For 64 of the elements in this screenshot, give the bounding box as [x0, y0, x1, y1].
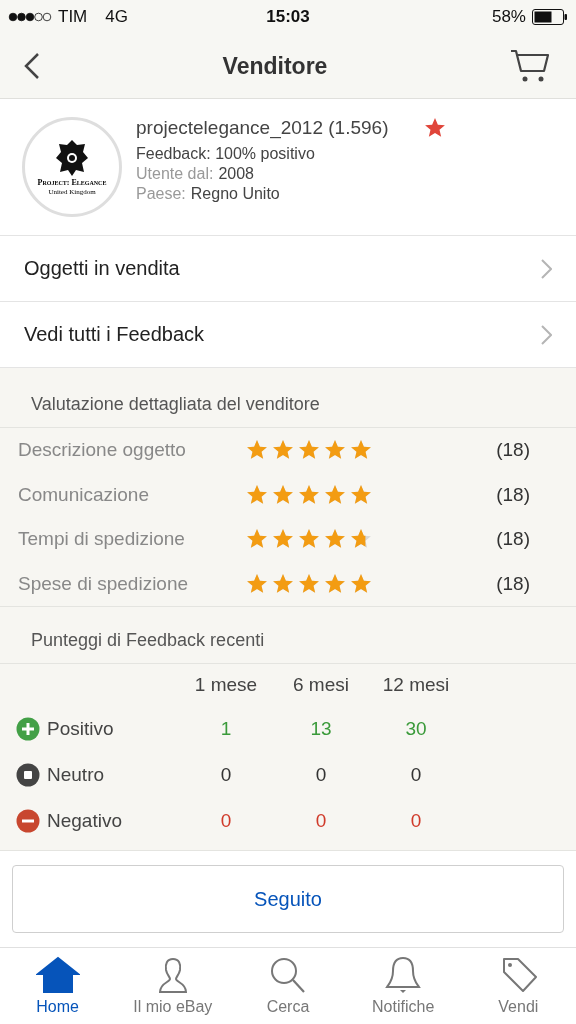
- star-icon: [298, 483, 320, 506]
- star-icon: [272, 483, 294, 506]
- list-item[interactable]: Oggetti in vendita: [0, 236, 576, 302]
- chevron-icon: [541, 324, 552, 345]
- rating-count: (18): [496, 528, 530, 551]
- follow-button[interactable]: Seguito: [12, 865, 564, 933]
- feedback-type: Positivo: [47, 718, 114, 740]
- feedback-count: 0: [219, 764, 233, 786]
- tab[interactable]: Cerca: [232, 956, 343, 1016]
- seller-name: projectelegance_2012 (1.596): [136, 117, 389, 139]
- star-icon: [324, 483, 346, 506]
- member-since-label: Utente dal:: [136, 165, 214, 183]
- tab[interactable]: Il mio eBay: [117, 956, 228, 1016]
- network-type: 4G: [105, 7, 128, 27]
- feedback-count: 0: [409, 810, 423, 832]
- back-icon[interactable]: [24, 52, 40, 80]
- crest-icon: [55, 138, 89, 177]
- rating-label: Spese di spedizione: [18, 572, 190, 595]
- rating-count: (18): [496, 483, 530, 506]
- rating-label: Descrizione oggetto: [18, 439, 187, 462]
- column-header: 6 mesi: [292, 674, 350, 696]
- feedback-count: 0: [409, 764, 423, 786]
- star-icon: [246, 572, 268, 595]
- minus-icon: [16, 809, 40, 833]
- rating-label: Tempi di spedizione: [18, 528, 186, 551]
- feedback-percent: Feedback: 100% positivo: [136, 145, 316, 163]
- star-icon: [272, 572, 294, 595]
- signal-icon: [8, 12, 52, 22]
- chevron-icon: [541, 258, 552, 279]
- carrier: TIM: [58, 7, 88, 27]
- star-icon: [324, 572, 346, 595]
- logo-text: Project: Elegance: [37, 177, 107, 187]
- rating-label: Comunicazione: [18, 483, 150, 506]
- rating-count: (18): [496, 572, 530, 595]
- section-title: Valutazione dettagliata del venditore: [31, 394, 320, 415]
- home-icon: [35, 956, 80, 994]
- star-icon: [350, 572, 372, 595]
- star-icon: [298, 572, 320, 595]
- country: Regno Unito: [190, 185, 280, 203]
- star-icon: [350, 483, 372, 506]
- feedback-count: 0: [314, 764, 328, 786]
- feedback-count: 1: [219, 718, 233, 740]
- member-since: 2008: [218, 165, 254, 183]
- feedback-count: 0: [314, 810, 328, 832]
- column-header: 12 mesi: [381, 674, 451, 696]
- plus-icon: [16, 717, 40, 741]
- clock: 15:03: [266, 7, 310, 27]
- feedback-count: 0: [219, 810, 233, 832]
- battery-icon: [532, 9, 568, 25]
- tab[interactable]: Vendi: [463, 956, 574, 1016]
- feedback-type: Negativo: [47, 810, 122, 832]
- battery-percent: 58%: [491, 7, 526, 27]
- star-icon: [246, 483, 268, 506]
- feedback-count: 30: [404, 718, 428, 740]
- feedback-type: Neutro: [47, 764, 105, 786]
- tab[interactable]: Notifiche: [348, 956, 459, 1016]
- column-header: 1 mese: [193, 674, 259, 696]
- section-title: Punteggi di Feedback recenti: [31, 630, 265, 651]
- cart-icon[interactable]: [510, 49, 550, 83]
- rating-count: (18): [496, 439, 530, 462]
- tab[interactable]: Home: [2, 956, 113, 1016]
- country-label: Paese:: [136, 185, 186, 203]
- feedback-count: 13: [309, 718, 333, 740]
- page-title: Venditore: [222, 52, 328, 80]
